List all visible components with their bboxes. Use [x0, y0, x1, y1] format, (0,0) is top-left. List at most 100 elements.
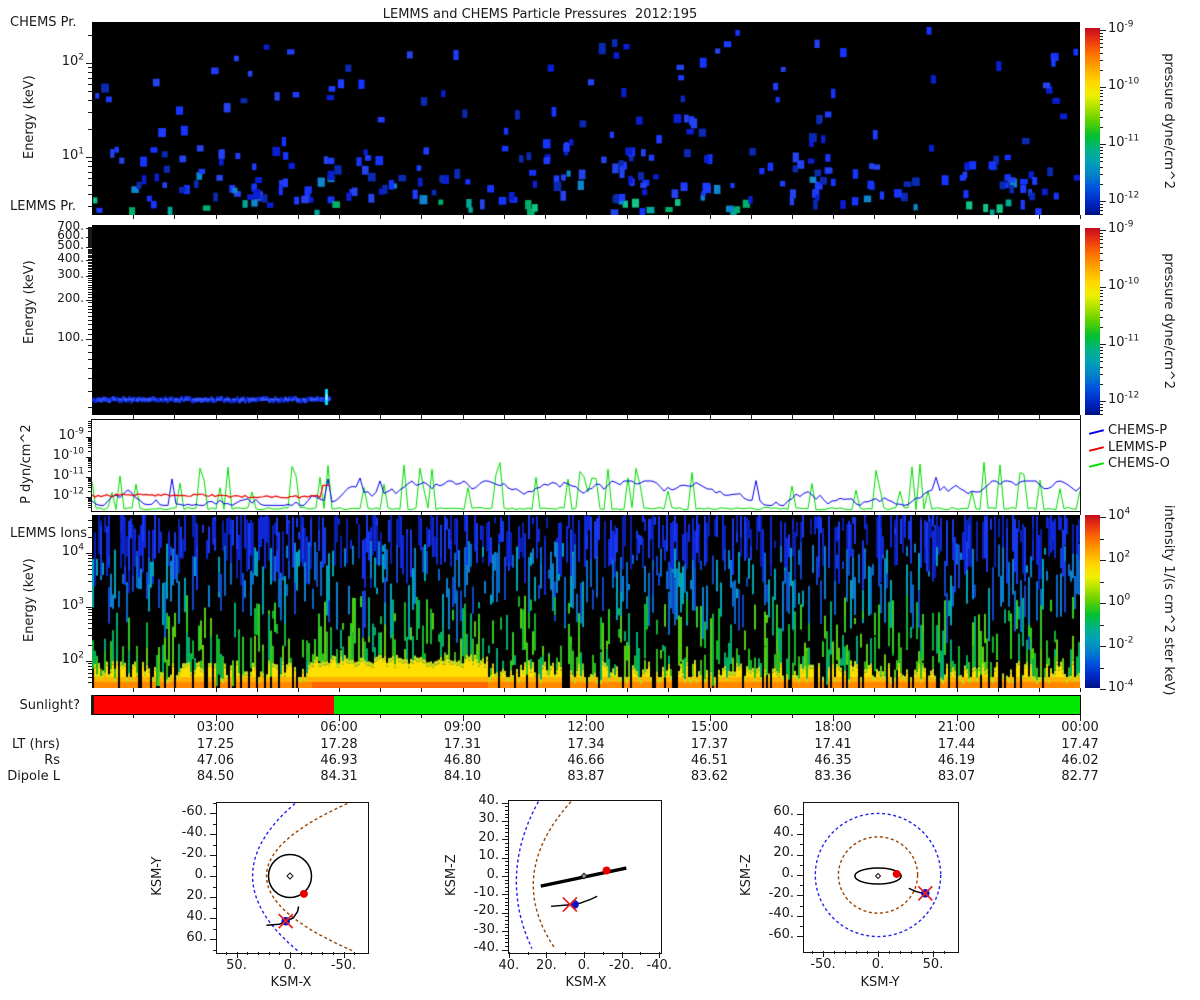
cbar-minor-tick [1100, 59, 1103, 61]
y-minor-tick [88, 238, 92, 240]
y-minor-tick [88, 77, 92, 79]
x-hour-tick [380, 511, 382, 515]
cbar-minor-tick [1100, 409, 1103, 411]
orbit-y-tick-label: -40. [181, 824, 207, 840]
x-hour-tick [256, 511, 258, 515]
cbar-minor-tick [1100, 624, 1104, 626]
time-axis-tick [668, 714, 670, 718]
y-minor-tick [88, 628, 92, 630]
y-minor-tick [88, 391, 92, 393]
x-hour-tick [915, 215, 917, 219]
panel4-ylabel: Energy (keV) [21, 558, 37, 643]
y-minor-tick [88, 83, 92, 85]
y-minor-tick [88, 457, 92, 459]
legend-line-chems-p [1088, 429, 1105, 435]
colorbar4-label: intensity 1/(s cm^2 ster keV) [1161, 504, 1177, 696]
orbit-x-minor-tick [225, 952, 227, 955]
cbar-minor-tick [1100, 581, 1104, 583]
orbit-y-tick-label: 40. [186, 908, 207, 924]
time-axis-tick [297, 714, 299, 718]
x-hour-tick [421, 215, 423, 219]
x-hour-tick [915, 688, 917, 692]
y-minor-tick [88, 324, 92, 326]
cbar-minor-tick [1100, 52, 1103, 54]
time-tick-label: 09:00 [443, 720, 482, 735]
orbit-x-minor-tick [856, 951, 857, 954]
orbit-x-minor-tick [889, 951, 890, 954]
ephemeris-value: 17.47 [1061, 737, 1099, 752]
y-minor-tick [88, 437, 92, 439]
cbar-minor-tick [1100, 42, 1103, 44]
cbar-tick-label: 10-12 [1108, 390, 1140, 407]
cbar-minor-tick [1100, 166, 1103, 168]
x-hour-tick [874, 688, 876, 692]
cbar-minor-tick [1100, 289, 1103, 291]
x-hour-tick [421, 415, 423, 419]
ephemeris-value: 17.28 [320, 737, 358, 752]
orbit-x-tick-label: 0. [283, 958, 297, 973]
y-minor-tick [88, 296, 92, 298]
ephemeris-value: 47.06 [196, 753, 235, 768]
x-hour-tick [297, 415, 299, 419]
orbit-x-minor-tick [268, 952, 270, 955]
y-minor-tick [88, 461, 92, 463]
sunlight-label: Sunlight? [19, 698, 80, 713]
y-major-tick [85, 339, 92, 340]
x-hour-tick [421, 511, 423, 515]
cbar-minor-tick [1100, 183, 1103, 185]
cbar-minor-tick [1100, 238, 1103, 240]
cbar-minor-tick [1100, 259, 1103, 261]
y-minor-tick [88, 644, 92, 646]
x-hour-tick [133, 511, 135, 515]
y-minor-tick [88, 236, 92, 238]
time-tick-label: 15:00 [690, 720, 729, 735]
y-minor-tick [88, 72, 92, 74]
x-hour-tick [874, 415, 876, 419]
x-hour-tick [215, 215, 217, 219]
cbar-minor-tick [1100, 667, 1104, 669]
y-minor-tick [88, 91, 92, 93]
y-minor-tick [88, 177, 92, 179]
bow-shock-curve [515, 801, 540, 949]
y-minor-tick [88, 581, 92, 583]
y-minor-tick [88, 569, 92, 571]
y-minor-tick [88, 166, 92, 168]
y-minor-tick [88, 536, 92, 538]
y-minor-tick [88, 351, 92, 353]
row-label-rs: Rs [44, 753, 60, 768]
y-minor-tick [88, 206, 92, 208]
y-minor-tick [88, 564, 92, 566]
y-minor-tick [88, 344, 92, 346]
orbit-x-minor-tick [621, 952, 623, 955]
red-marker [299, 889, 308, 898]
cbar-minor-tick [1100, 173, 1103, 175]
orbit-y-tick-label: -40. [768, 906, 794, 922]
y-minor-tick [88, 226, 92, 228]
y-tick-label: 102 [61, 650, 84, 667]
orbit-x-minor-tick [257, 952, 259, 955]
x-hour-tick [1038, 415, 1040, 419]
cbar-major-tick [1100, 560, 1106, 561]
x-hour-tick [1080, 688, 1081, 692]
ions-spectrogram-canvas [92, 515, 1080, 688]
orbit-x-minor-tick [279, 952, 281, 955]
x-hour-tick [709, 511, 711, 515]
ephemeris-value: 84.10 [443, 769, 482, 784]
y-minor-tick [88, 229, 92, 231]
spacecraft-marker-x-marker [278, 913, 294, 929]
cbar-major-tick [1100, 646, 1106, 647]
pressure-line-panel [91, 419, 1081, 512]
orbit-x-minor-tick [659, 952, 661, 955]
cbar-tick-label: 10-10 [1108, 76, 1140, 93]
x-hour-tick [256, 215, 258, 219]
ephemeris-value: 17.37 [690, 737, 729, 752]
orbit-xz-xlabel: KSM-X [565, 975, 607, 990]
cbar-major-tick [1100, 344, 1106, 345]
y-minor-tick [88, 235, 92, 237]
orbit-y-tick-label: 0. [781, 865, 794, 881]
ephemeris-value: 82.77 [1061, 769, 1099, 784]
orbit-x-tick-label: 0. [871, 957, 885, 972]
x-hour-tick [462, 688, 464, 692]
cbar-major-tick [1100, 230, 1106, 231]
orbit-xy-xlabel: KSM-X [270, 975, 312, 990]
